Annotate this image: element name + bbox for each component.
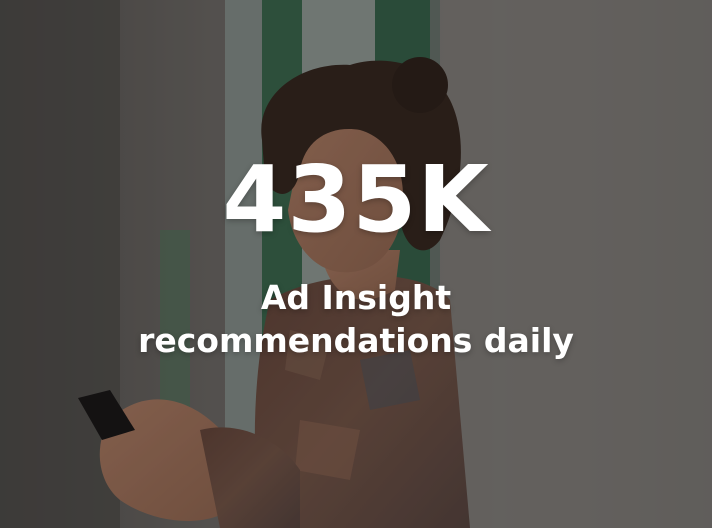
stat-card: 435K Ad Insight recommendations daily: [0, 0, 712, 528]
stat-number: 435K: [222, 146, 490, 253]
stat-caption-line1: Ad Insight: [260, 278, 452, 317]
stat-content: 435K Ad Insight recommendations daily: [0, 150, 712, 362]
stat-caption-line2: recommendations daily: [138, 321, 574, 360]
stat-caption: Ad Insight recommendations daily: [0, 276, 712, 362]
